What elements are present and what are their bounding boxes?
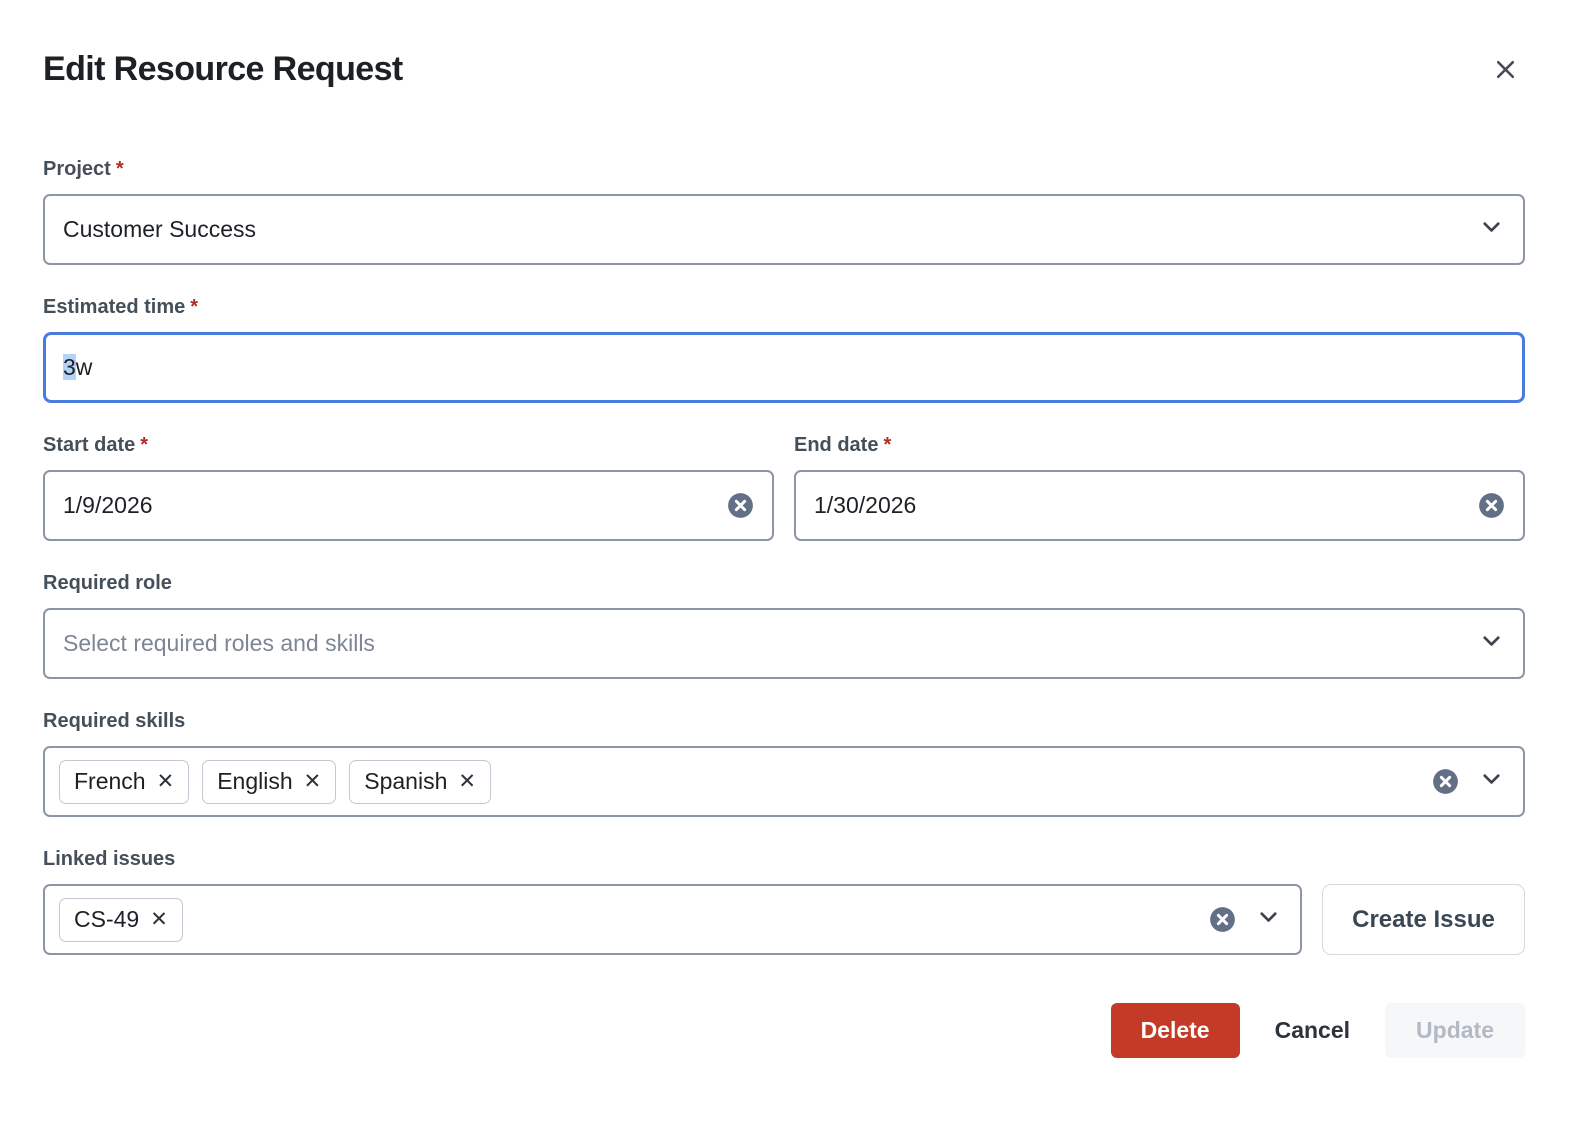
required-role-label: Required role — [43, 571, 1525, 595]
clear-circle-icon — [727, 507, 754, 522]
linked-issues-controls — [1209, 903, 1282, 936]
chip-label: CS-49 — [74, 906, 139, 933]
linked-issues-field-group: Linked issues CS-49 ✕ Create Issue — [43, 847, 1525, 955]
estimated-time-label: Estimated time* — [43, 295, 1525, 319]
chevron-down-icon — [1478, 627, 1505, 660]
linked-issues-label: Linked issues — [43, 847, 1525, 871]
end-date-label: End date* — [794, 433, 1525, 457]
required-skills-multiselect[interactable]: French ✕ English ✕ Spanish ✕ — [43, 746, 1525, 817]
estimated-time-field-group: Estimated time* 3w — [43, 295, 1525, 403]
unselected-text: w — [76, 354, 93, 380]
chip-remove-icon[interactable]: ✕ — [150, 909, 168, 930]
end-date-value: 1/30/2026 — [814, 492, 1478, 519]
chip-remove-icon[interactable]: ✕ — [157, 771, 175, 792]
project-select-value: Customer Success — [63, 216, 1478, 243]
update-button[interactable]: Update — [1385, 1003, 1525, 1058]
start-date-clear-button[interactable] — [727, 492, 754, 519]
selected-text: 3 — [63, 354, 76, 380]
required-skills-label: Required skills — [43, 709, 1525, 733]
estimated-time-input[interactable]: 3w — [43, 332, 1525, 403]
chip-english: English ✕ — [202, 760, 336, 804]
required-role-placeholder: Select required roles and skills — [63, 630, 1478, 657]
chip-remove-icon[interactable]: ✕ — [458, 771, 476, 792]
chip-french: French ✕ — [59, 760, 189, 804]
required-skills-chips: French ✕ English ✕ Spanish ✕ — [59, 760, 1420, 804]
required-asterisk: * — [190, 296, 198, 318]
cancel-button[interactable]: Cancel — [1273, 1003, 1352, 1058]
date-fields-row: Start date* 1/9/2026 End date* 1/30/2026 — [43, 433, 1525, 541]
start-date-input[interactable]: 1/9/2026 — [43, 470, 774, 541]
linked-issues-chips: CS-49 ✕ — [59, 898, 1197, 942]
chip-label: English — [217, 768, 292, 795]
required-role-select[interactable]: Select required roles and skills — [43, 608, 1525, 679]
required-skills-controls — [1432, 765, 1505, 798]
chip-cs-49: CS-49 ✕ — [59, 898, 183, 942]
project-field-group: Project* Customer Success — [43, 157, 1525, 265]
close-button[interactable] — [1490, 54, 1521, 85]
start-date-label: Start date* — [43, 433, 774, 457]
end-date-field-group: End date* 1/30/2026 — [794, 433, 1525, 541]
close-icon — [1492, 71, 1519, 86]
project-select[interactable]: Customer Success — [43, 194, 1525, 265]
create-issue-button[interactable]: Create Issue — [1322, 884, 1525, 955]
dialog-footer: Delete Cancel Update — [43, 1003, 1525, 1058]
required-role-field-group: Required role Select required roles and … — [43, 571, 1525, 679]
chevron-down-icon — [1478, 213, 1505, 246]
edit-resource-request-dialog: Edit Resource Request Project* Customer … — [0, 0, 1588, 1122]
chevron-down-icon[interactable] — [1255, 903, 1282, 936]
chip-label: French — [74, 768, 146, 795]
required-asterisk: * — [883, 434, 891, 456]
required-skills-clear-all-button[interactable] — [1432, 768, 1459, 795]
chip-remove-icon[interactable]: ✕ — [304, 771, 322, 792]
chip-label: Spanish — [364, 768, 447, 795]
end-date-clear-button[interactable] — [1478, 492, 1505, 519]
dialog-title: Edit Resource Request — [43, 50, 403, 89]
chevron-down-icon[interactable] — [1478, 765, 1505, 798]
required-asterisk: * — [140, 434, 148, 456]
clear-circle-icon — [1209, 921, 1236, 936]
start-date-value: 1/9/2026 — [63, 492, 727, 519]
project-label: Project* — [43, 157, 1525, 181]
linked-issues-row: CS-49 ✕ Create Issue — [43, 884, 1525, 955]
required-skills-field-group: Required skills French ✕ English ✕ Spanish ✕ — [43, 709, 1525, 817]
estimated-time-value: 3w — [63, 354, 1505, 381]
linked-issues-multiselect[interactable]: CS-49 ✕ — [43, 884, 1302, 955]
required-asterisk: * — [116, 158, 124, 180]
delete-button[interactable]: Delete — [1111, 1003, 1240, 1058]
clear-circle-icon — [1432, 783, 1459, 798]
dialog-header: Edit Resource Request — [43, 50, 1525, 89]
linked-issues-clear-all-button[interactable] — [1209, 906, 1236, 933]
chip-spanish: Spanish ✕ — [349, 760, 491, 804]
clear-circle-icon — [1478, 507, 1505, 522]
start-date-field-group: Start date* 1/9/2026 — [43, 433, 774, 541]
end-date-input[interactable]: 1/30/2026 — [794, 470, 1525, 541]
